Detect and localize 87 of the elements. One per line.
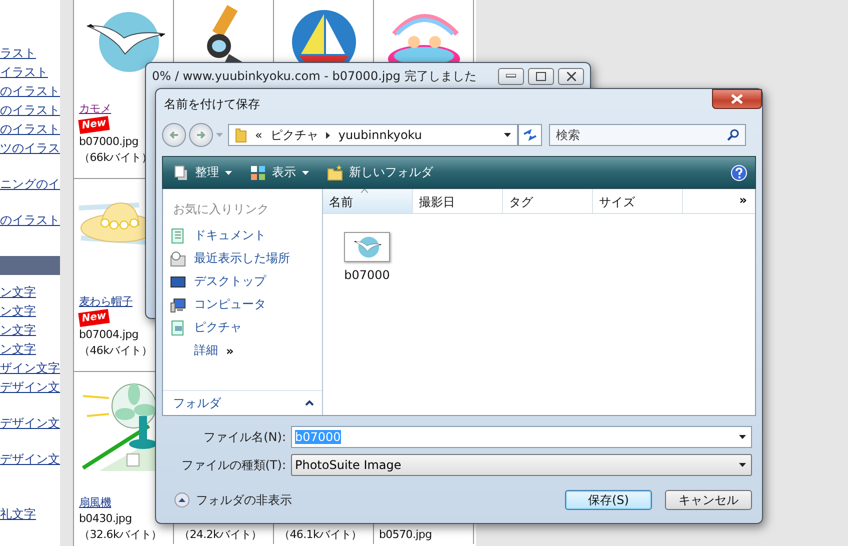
new-badge: New [78,308,110,328]
nav-link[interactable]: ツのイラス [0,139,60,158]
file-size: （46kバイト） [79,343,152,359]
minimize-button[interactable] [498,68,524,84]
file-name-label: ファイル名(N): [202,428,286,446]
history-caret-icon [216,133,223,137]
file-size: （46.1kバイト） [279,527,362,543]
section-header-bar [0,256,60,275]
close-icon [731,94,743,104]
file-type-label: ファイルの種類(T): [180,456,286,474]
forward-button[interactable] [189,123,213,147]
minimize-icon [506,74,516,78]
close-icon [566,72,576,80]
selected-text: b07000 [295,430,341,444]
document-icon [170,228,186,244]
file-type-dropdown[interactable]: PhotoSuite Image [291,454,752,476]
views-icon [250,164,266,180]
nav-link[interactable]: ン文字 [0,340,60,359]
illustration-link[interactable]: 扇風機 [79,495,112,511]
refresh-button[interactable] [518,124,542,146]
new-folder-icon [327,164,343,180]
favorite-link[interactable]: 最近表示した場所 [163,247,322,270]
back-button[interactable] [162,123,186,147]
favorites-heading: お気に入りリンク [172,201,270,218]
column-header[interactable]: 名前 [323,189,413,213]
nav-link[interactable]: デザイン文 [0,378,60,397]
nav-link[interactable]: ザイン文字 [0,359,60,378]
folder-icon [235,127,247,143]
toolbar-button[interactable]: 整理 [171,162,234,183]
file-name: b0430.jpg [79,511,132,527]
file-item[interactable]: b07000 [335,232,399,282]
refresh-arrows-icon [523,129,537,141]
right-arrow-icon [196,130,206,140]
hide-folders-button[interactable]: フォルダの非表示 [166,492,300,508]
nav-link[interactable]: のイラスト [0,82,60,101]
favorite-link[interactable]: ドキュメント [163,224,322,247]
nav-link[interactable]: デザイン文 [0,414,60,433]
file-name: b07004.jpg [79,327,138,343]
dropdown-caret-icon [739,435,746,439]
nav-link[interactable]: ラスト [0,44,60,63]
file-name: b0570.jpg [379,527,432,543]
illustration-link[interactable]: 麦わら帽子 [79,294,133,310]
file-size: （32.6kバイト） [79,527,162,543]
pictures-folder-icon [170,320,186,336]
nav-link[interactable]: ン文字 [0,302,60,321]
search-field[interactable]: 検索 [549,124,746,146]
close-button[interactable] [712,89,762,109]
dialog-button[interactable]: 保存(S) [565,490,652,510]
dropdown-caret-icon [504,133,511,137]
illustration-link[interactable]: カモメ [79,101,112,117]
file-name: b07000.jpg [79,134,138,150]
dialog-title: 名前を付けて保存 [163,96,260,112]
dropdown-caret-icon [739,463,746,467]
nav-link[interactable]: イラスト [0,63,60,82]
nav-link[interactable]: ニングのイ [0,175,60,194]
file-size: （24.2kバイト） [179,527,262,543]
more-link[interactable]: 詳細 » [163,339,322,362]
pages-icon [173,164,189,180]
computer-icon [170,296,186,312]
nav-link[interactable]: のイラスト [0,120,60,139]
maximize-icon [536,72,546,80]
help-icon[interactable] [731,164,747,180]
address-bar[interactable]: « ピクチャ yuubinnkyoku [228,124,518,146]
left-arrow-icon [169,130,179,140]
toolbar-button[interactable]: 新しいフォルダ [325,162,435,183]
new-badge: New [78,116,110,134]
search-icon [727,129,739,141]
monitor-icon [170,274,186,290]
breadcrumb-arrow-icon [326,132,330,138]
favorite-link[interactable]: コンピュータ [163,293,322,316]
maximize-button[interactable] [528,68,554,84]
nav-link[interactable]: のイラスト [0,211,60,230]
folders-bar[interactable]: フォルダ [163,390,322,415]
nav-link[interactable]: ン文字 [0,321,60,340]
nav-link[interactable]: ン文字 [0,283,60,302]
toolbar-button[interactable]: 表示 [248,162,311,183]
favorite-link[interactable]: デスクトップ [163,270,322,293]
nav-link[interactable]: のイラスト [0,101,60,120]
collapse-circle-icon [174,492,190,508]
more-columns-button[interactable]: » [731,189,755,213]
nav-link[interactable]: デザイン文 [0,450,60,469]
window-title: 0% / www.yuubinkyoku.com - b07000.jpg 完了しました [152,68,478,84]
favorite-link[interactable]: ピクチャ [163,316,322,339]
dialog-button[interactable]: キャンセル [665,490,752,510]
chevron-up-icon [305,400,314,406]
close-button[interactable] [558,68,584,84]
nav-link[interactable]: 礼文字 [0,505,60,524]
